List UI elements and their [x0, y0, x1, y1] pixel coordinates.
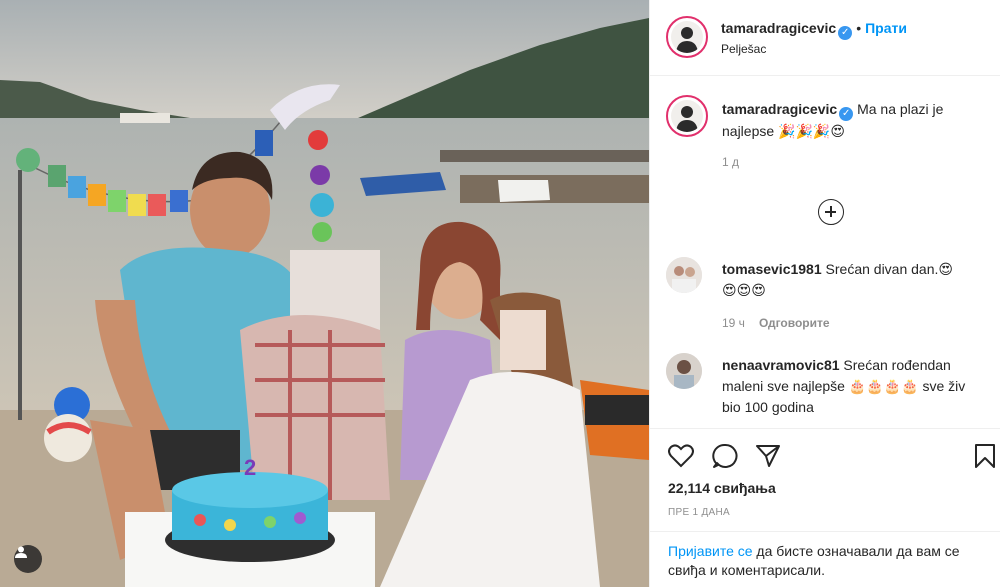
cake-topper-number: 2 — [244, 455, 256, 480]
author-avatar[interactable] — [666, 16, 708, 58]
reply-button[interactable]: Одговорите — [759, 316, 830, 330]
commenter-avatar[interactable] — [666, 257, 702, 293]
heart-icon[interactable] — [666, 441, 696, 471]
caption-time: 1 д — [722, 155, 740, 169]
bookmark-icon[interactable] — [970, 441, 1000, 471]
header-title-row: tamaradragicevic ✓ • Прати — [721, 20, 907, 40]
likes-count[interactable]: 22,114 свиђања — [668, 480, 776, 496]
comment-username[interactable]: nenaavramovic81 — [722, 357, 840, 373]
commenter-avatar[interactable] — [666, 353, 702, 389]
caption-username[interactable]: tamaradragicevic — [722, 101, 837, 117]
plus-circle-icon[interactable] — [818, 199, 844, 225]
post-time-ago: ПРЕ 1 ДАНА — [668, 507, 730, 518]
caption-author-avatar[interactable] — [666, 95, 708, 137]
comment-meta: 19 ч Одговорите — [722, 312, 992, 334]
comment-body: nenaavramovic81 Srećan rođendan maleni s… — [722, 355, 984, 418]
post-location[interactable]: Pelješac — [721, 42, 766, 56]
user-tags-icon[interactable] — [14, 545, 42, 573]
post-header: tamaradragicevic ✓ • Прати Pelješac — [650, 0, 1000, 76]
caption-text-block: tamaradragicevic ✓ Ma na plazi je najleps… — [722, 99, 997, 173]
comment-body: tomasevic1981 Srećan divan dan.😍 😍😍😍 19 … — [722, 259, 992, 334]
caption-emojis: 🎉🎉🎉😍 — [778, 123, 845, 139]
likes-label: свиђања — [713, 480, 776, 496]
post-actions — [650, 428, 1000, 488]
comment-username[interactable]: tomasevic1981 — [722, 261, 822, 277]
likes-number: 22,114 — [668, 480, 711, 496]
author-username[interactable]: tamaradragicevic — [721, 20, 836, 36]
login-link[interactable]: Пријавите се — [668, 543, 753, 559]
comment-emojis: 😍😍😍 — [722, 282, 766, 298]
login-prompt: Пријавите се да бисте означавали да вам … — [650, 531, 1000, 587]
separator-dot: • — [856, 20, 862, 36]
post-sidebar: tamaradragicevic ✓ • Прати Pelješac tamarad… — [649, 0, 1000, 587]
beach-birthday-photo: 2 — [0, 0, 649, 587]
verified-badge-icon: ✓ — [839, 107, 854, 121]
follow-button[interactable]: Прати — [865, 20, 907, 36]
comment-text: Srećan divan dan.😍 — [825, 261, 953, 277]
comment-icon[interactable] — [710, 441, 740, 471]
comments-list[interactable]: tamaradragicevic ✓ Ma na plazi je najleps… — [650, 77, 1000, 428]
verified-badge-icon: ✓ — [838, 26, 853, 40]
share-icon[interactable] — [753, 441, 783, 471]
post-photo[interactable]: 2 — [0, 0, 649, 587]
comment-time: 19 ч — [722, 316, 745, 330]
